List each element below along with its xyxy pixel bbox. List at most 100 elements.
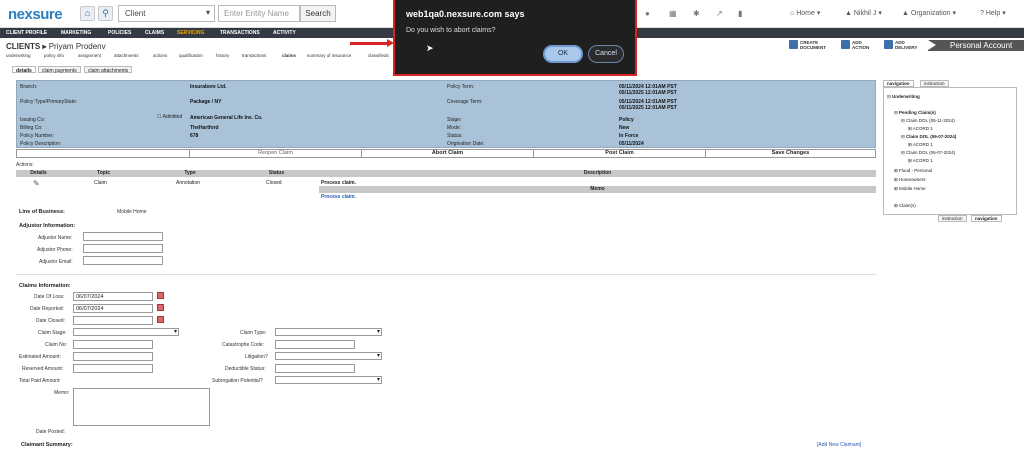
tree-claim-dol-1[interactable]: ⊟ Claim DOL (05-11-2024)	[901, 118, 955, 124]
home-icon[interactable]: ⌂	[80, 6, 95, 21]
tab-claim-attachments[interactable]: claim attachments	[84, 66, 133, 74]
subtab-actions[interactable]: actions	[153, 53, 167, 58]
subtab-classifieds[interactable]: classifieds	[368, 53, 389, 58]
tab-navigation[interactable]: navigation	[883, 80, 914, 87]
nav-activity[interactable]: ACTIVITY	[273, 30, 296, 36]
home-menu[interactable]: ⌂ Home ▾	[790, 9, 820, 17]
subtab-transactions[interactable]: transactions	[242, 53, 266, 58]
date-of-loss-input[interactable]: 06/07/2024	[73, 292, 153, 301]
billing-co-label: Billing Co:	[20, 125, 43, 131]
reopen-claim-button[interactable]: Reopen Claim	[189, 150, 361, 157]
organization-menu[interactable]: ▲ Organization ▾	[902, 9, 956, 17]
cancel-button[interactable]: Cancel	[588, 45, 624, 63]
issuing-co-value: American General Life Ins. Co.	[190, 115, 263, 121]
calendar-icon[interactable]	[157, 304, 164, 311]
user-menu-label: Nikhil J	[853, 10, 877, 17]
nexsure-logo[interactable]: nexsure	[8, 6, 63, 23]
policy-info-panel: Branch: Insurabore Ltd. Policy Type/Prim…	[16, 80, 876, 148]
date-reported-input[interactable]: 06/07/2024	[73, 304, 153, 313]
tree-acord-2[interactable]: ⊞ ACORD 1	[908, 142, 933, 148]
calendar-icon[interactable]	[157, 292, 164, 299]
tree-underwriting[interactable]: ⊟ Underwriting	[887, 94, 920, 100]
admitted-checkbox[interactable]: ☐ Admitted	[157, 114, 182, 120]
nav-client-profile[interactable]: CLIENT PROFILE	[6, 30, 47, 36]
create-document-button[interactable]: CREATE DOCUMENT	[789, 40, 828, 50]
tree-claim-dol-3[interactable]: ⊟ Claim DOL (06-07-2024)	[901, 150, 955, 156]
subtab-claims[interactable]: claims	[282, 53, 296, 58]
nav-transactions[interactable]: TRANSACTIONS	[220, 30, 260, 36]
tab-navigation-bottom[interactable]: navigation	[971, 215, 1002, 222]
col-description: Description	[319, 170, 876, 177]
catastrophe-code-input[interactable]	[275, 340, 355, 349]
adjustor-section-title: Adjustor Information:	[19, 223, 76, 229]
subtab-underwriting[interactable]: underwriting	[6, 53, 31, 58]
nav-claims[interactable]: CLAIMS	[145, 30, 164, 36]
calendar-icon[interactable]	[157, 316, 164, 323]
add-new-claimant-link[interactable]: [Add New Claimant]	[817, 442, 861, 448]
ok-button[interactable]: OK	[543, 45, 583, 63]
subtab-history[interactable]: history	[216, 53, 229, 58]
tab-claim-payments[interactable]: claim payments	[38, 66, 81, 74]
tree-acord-1[interactable]: ⊞ ACORD 1	[908, 126, 933, 132]
breadcrumb-section[interactable]: CLIENTS	[6, 42, 40, 51]
chat-icon[interactable]: ●	[645, 9, 650, 18]
date-closed-input[interactable]	[73, 316, 153, 325]
nav-policies[interactable]: POLICIES	[108, 30, 131, 36]
estimated-amount-input[interactable]	[73, 352, 153, 361]
arrow-icon	[884, 40, 893, 49]
litigation-select[interactable]	[275, 352, 382, 360]
user-menu[interactable]: ▲ Nikhil J ▾	[845, 9, 882, 17]
tree-homeowners[interactable]: ⊞ Homeowners	[894, 177, 926, 183]
tree-claims[interactable]: ⊞ Claim(s)	[894, 203, 916, 209]
tab-instruction-bottom[interactable]: instruction	[938, 215, 967, 222]
tree-claim-dol-2[interactable]: ⊟ Claim DOL (06-07-2024)	[901, 134, 956, 140]
search-button[interactable]: Search	[300, 5, 336, 22]
bookmark-icon[interactable]: ▮	[738, 9, 742, 18]
external-link-icon[interactable]: ↗	[716, 9, 723, 18]
policy-term-label: Policy Term:	[447, 84, 475, 90]
tab-details[interactable]: details	[12, 66, 36, 74]
stage-value: Policy	[619, 117, 634, 123]
help-menu[interactable]: ? Help ▾	[980, 9, 1006, 17]
memo-textarea[interactable]	[73, 388, 210, 426]
edit-notes-icon[interactable]: ✎	[33, 179, 40, 188]
subtab-summary[interactable]: summary of insurance	[307, 53, 351, 58]
nav-marketing[interactable]: MARKETING	[61, 30, 91, 36]
adjustor-name-input[interactable]	[83, 232, 163, 241]
subtab-attachments[interactable]: attachments	[114, 53, 139, 58]
subtab-policy-info[interactable]: policy info	[44, 53, 64, 58]
adjustor-email-input[interactable]	[83, 256, 163, 265]
memo-link[interactable]: Process claim.	[321, 194, 356, 200]
claim-no-input[interactable]	[73, 340, 153, 349]
policy-term-end: 05/11/2025 12:01AM PST	[619, 90, 677, 96]
reserved-amount-input[interactable]	[73, 364, 153, 373]
adjustor-phone-input[interactable]	[83, 244, 163, 253]
claim-stage-select[interactable]	[73, 328, 179, 336]
search-type-select[interactable]: Client ▾	[118, 5, 215, 22]
search-icon[interactable]: ⚲	[98, 6, 113, 21]
subtab-assignment[interactable]: assignment	[78, 53, 101, 58]
add-delivery-button[interactable]: ADD DELIVERY	[884, 40, 921, 50]
deductible-status-input[interactable]	[275, 364, 355, 373]
tree-acord-3[interactable]: ⊞ ACORD 1	[908, 158, 933, 164]
save-changes-button[interactable]: Save Changes	[705, 150, 875, 157]
gear-icon[interactable]: ✱	[693, 9, 700, 18]
subrogation-select[interactable]	[275, 376, 382, 384]
post-claim-button[interactable]: Post Claim	[533, 150, 705, 157]
grid-icon[interactable]: ▦	[669, 9, 677, 18]
policy-number-value: 678	[190, 133, 199, 139]
tab-instruction[interactable]: instruction	[920, 80, 949, 87]
deductible-status-label: Deductible Status:	[225, 366, 266, 372]
create-document-label: CREATE DOCUMENT	[800, 40, 826, 50]
abort-claim-button[interactable]: Abort Claim	[361, 150, 533, 157]
tree-pending-claims[interactable]: ⊟ Pending Claim(s)	[894, 110, 936, 116]
subtab-qualification[interactable]: qualification	[179, 53, 203, 58]
entity-search-input[interactable]: Enter Entity Name	[218, 5, 300, 22]
add-action-button[interactable]: ADD ACTION	[841, 40, 874, 50]
mode-label: Mode:	[447, 125, 461, 131]
tree-mobile-home[interactable]: ⊞ Mobile Home	[894, 186, 926, 192]
claim-type-select[interactable]	[275, 328, 382, 336]
tree-flood-personal[interactable]: ⊞ Flood - Personal	[894, 168, 932, 174]
claim-no-label: Claim No:	[45, 342, 67, 348]
nav-servicing[interactable]: SERVICING	[177, 30, 204, 36]
